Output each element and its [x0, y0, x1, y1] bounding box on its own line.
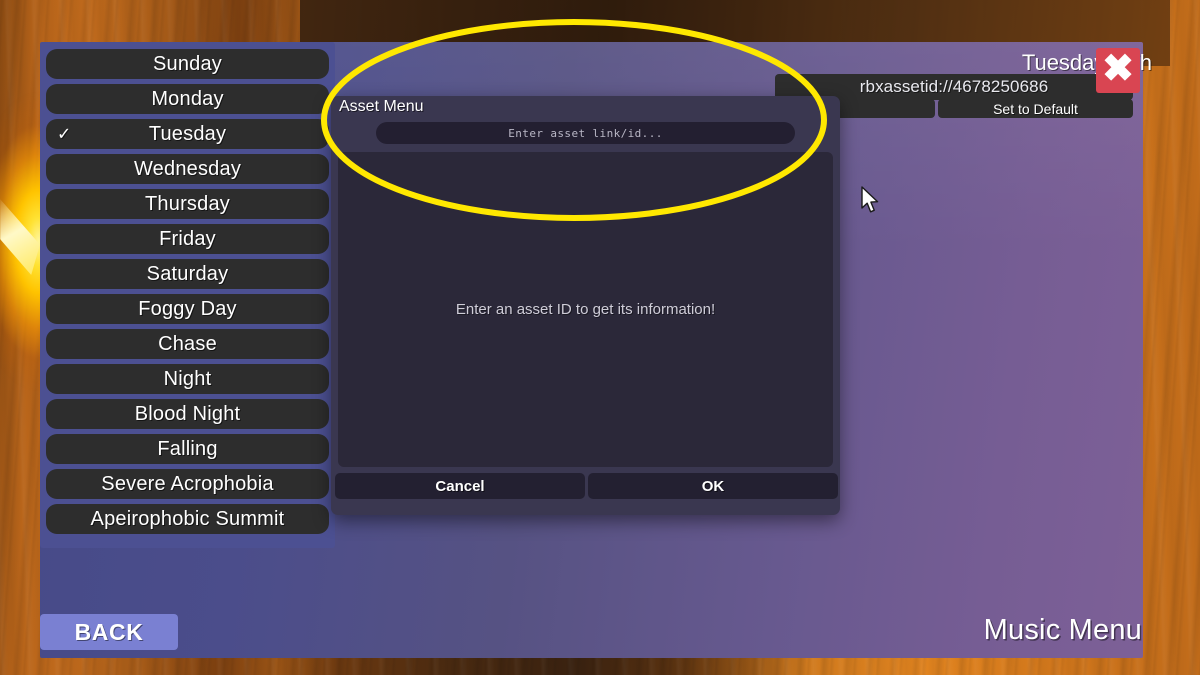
dialog-title: Asset Menu	[339, 98, 424, 115]
theme-list-item[interactable]: Thursday	[46, 189, 329, 219]
cancel-button-label: Cancel	[435, 477, 485, 495]
set-to-default-label: Set to Default	[993, 100, 1078, 117]
asset-link-placeholder: Enter asset link/id...	[508, 126, 663, 140]
theme-list-item-label: Friday	[159, 228, 216, 250]
theme-list: Sunday Monday ✓ Tuesday Wednesday Thursday Fri…	[40, 42, 335, 548]
close-button[interactable]: ✖	[1096, 48, 1140, 93]
theme-list-item-label: Saturday	[146, 263, 229, 285]
theme-list-item-label: Night	[163, 368, 212, 390]
theme-list-item[interactable]: Severe Acrophobia	[46, 469, 329, 499]
theme-list-item-label: Foggy Day	[138, 298, 237, 320]
dialog-body-message: Enter an asset ID to get its information…	[455, 301, 716, 318]
close-x-icon: ✖	[1102, 47, 1134, 90]
ok-button[interactable]: OK	[588, 473, 838, 499]
theme-list-item[interactable]: Monday	[46, 84, 329, 114]
theme-list-item[interactable]: Friday	[46, 224, 329, 254]
theme-list-item[interactable]: Night	[46, 364, 329, 394]
theme-list-item[interactable]: Blood Night	[46, 399, 329, 429]
theme-list-item[interactable]: Saturday	[46, 259, 329, 289]
dialog-body: Enter an asset ID to get its information…	[338, 152, 833, 467]
game-screen: Sunday Monday ✓ Tuesday Wednesday Thursday Fri…	[0, 0, 1200, 675]
theme-list-item[interactable]: Sunday	[46, 49, 329, 79]
theme-list-item[interactable]: Apeirophobic Summit	[46, 504, 329, 534]
back-button-label: BACK	[74, 618, 144, 645]
theme-list-item-label: Blood Night	[134, 403, 241, 425]
asset-id-value: rbxassetid://4678250686	[859, 77, 1049, 96]
theme-list-item-label: Apeirophobic Summit	[90, 508, 285, 530]
asset-menu-dialog: Asset Menu Enter asset link/id... Enter …	[331, 96, 840, 515]
set-to-default-button[interactable]: Set to Default	[938, 99, 1133, 118]
check-icon: ✓	[57, 124, 72, 144]
theme-list-item[interactable]: Chase	[46, 329, 329, 359]
theme-list-item-label: Chase	[158, 333, 217, 355]
theme-list-item-label: Falling	[157, 438, 218, 460]
theme-list-item-label: Wednesday	[133, 158, 242, 180]
asset-link-input[interactable]: Enter asset link/id...	[376, 122, 795, 144]
theme-list-item[interactable]: Wednesday	[46, 154, 329, 184]
cancel-button[interactable]: Cancel	[335, 473, 585, 499]
theme-list-item[interactable]: Falling	[46, 434, 329, 464]
theme-list-item-label: Thursday	[145, 193, 230, 215]
theme-list-item-label: Sunday	[152, 53, 223, 75]
theme-list-item-label: Tuesday	[148, 123, 227, 145]
theme-list-item[interactable]: ✓ Tuesday	[46, 119, 329, 149]
page-title: Music Menu	[983, 614, 1142, 646]
theme-list-item-label: Severe Acrophobia	[101, 473, 274, 495]
theme-list-item-label: Monday	[151, 88, 224, 110]
back-button[interactable]: BACK	[40, 614, 178, 650]
ok-button-label: OK	[701, 477, 725, 495]
theme-list-item[interactable]: Foggy Day	[46, 294, 329, 324]
